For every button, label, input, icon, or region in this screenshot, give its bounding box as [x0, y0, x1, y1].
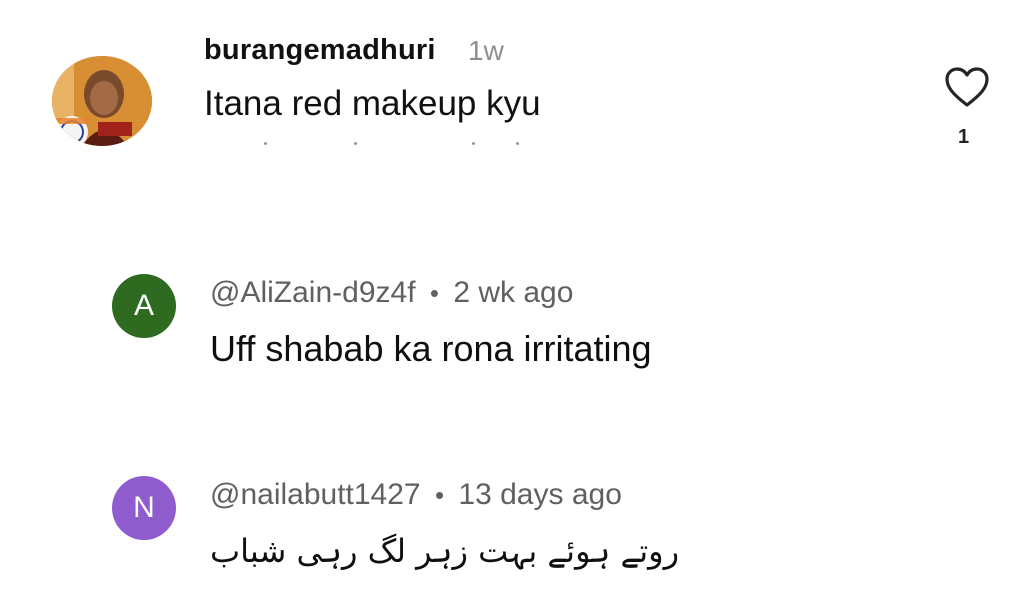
avatar-letter: A [133, 289, 154, 322]
separator-dot: • [434, 480, 445, 510]
comment-text: روتے ہوئے بہت زہر لگ رہی شباب [210, 532, 680, 570]
comment-handle[interactable]: @nailabutt1427 [210, 478, 421, 511]
heart-outline-icon [945, 67, 989, 107]
like-count: 1 [958, 126, 970, 148]
comment-handle[interactable]: @AliZain-d9z4f [210, 276, 416, 309]
comment-time: 2 wk ago [453, 276, 574, 309]
comment-text: Itana red makeup kyu [204, 84, 541, 123]
comment-header: @nailabutt1427 • 13 days ago [210, 478, 622, 512]
instagram-comment: burangemadhuri 1w Itana red makeup kyu 1 [0, 0, 1024, 160]
avatar[interactable] [52, 56, 152, 146]
separator-dot: • [429, 278, 439, 308]
comment-header: @AliZain-d9z4f • 2 wk ago [210, 276, 573, 310]
avatar[interactable]: A [112, 274, 176, 338]
avatar-letter: N [133, 491, 155, 524]
profile-photo-icon [52, 56, 152, 146]
comment-username[interactable]: burangemadhuri [204, 34, 436, 67]
clipped-text-row [204, 140, 544, 146]
comments-screen: burangemadhuri 1w Itana red makeup kyu 1… [0, 0, 1024, 610]
comment-time: 1w [468, 35, 504, 66]
comment-time: 13 days ago [458, 478, 622, 511]
comment-text: Uff shabab ka rona irritating [210, 328, 652, 369]
avatar[interactable]: N [112, 476, 176, 540]
like-button[interactable] [944, 66, 990, 108]
